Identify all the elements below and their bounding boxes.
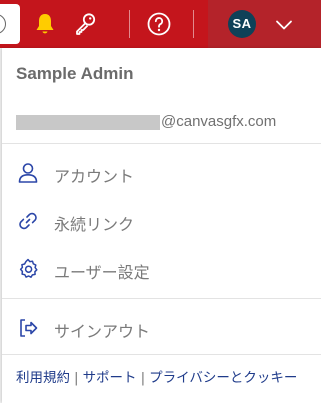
link-icon [19, 212, 37, 230]
divider [2, 143, 321, 144]
menu-item-account[interactable]: アカウント [2, 153, 321, 193]
menu-item-user-settings[interactable]: ユーザー設定 [2, 249, 321, 289]
toolbar-separator [193, 10, 194, 38]
email-redaction [16, 115, 160, 130]
menu-item-permalink[interactable]: 永続リンク [2, 201, 321, 241]
user-icon [18, 163, 38, 183]
collapse-button[interactable] [0, 4, 20, 44]
toolbar-separator [129, 10, 130, 38]
sign-out-icon [20, 319, 38, 337]
top-bar: SA [0, 0, 321, 48]
menu-item-sign-out[interactable]: サインアウト [2, 308, 321, 348]
menu-item-label: ユーザー設定 [54, 263, 150, 282]
help-icon[interactable] [143, 8, 175, 40]
user-name: Sample Admin [16, 64, 134, 83]
divider [2, 354, 321, 355]
chevron-left-icon [0, 14, 6, 34]
support-link[interactable]: サポート [83, 370, 137, 386]
privacy-link[interactable]: プライバシーとクッキー [149, 370, 297, 386]
footer-separator: | [140, 370, 146, 386]
avatar: SA [228, 10, 256, 38]
footer-separator: | [74, 370, 79, 386]
footer-links: 利用規約 | サポート | プライバシーとクッキー [16, 366, 297, 386]
divider [2, 298, 321, 299]
terms-link[interactable]: 利用規約 [16, 370, 70, 386]
profile-dropdown: Sample Admin @canvasgfx.com アカウント 永続リンク … [2, 48, 321, 403]
profile-menu-button[interactable]: SA [208, 0, 321, 48]
key-icon[interactable] [69, 8, 101, 40]
gear-icon [19, 258, 38, 278]
email-domain: @canvasgfx.com [161, 113, 277, 130]
chevron-down-icon [276, 20, 292, 30]
menu-item-label: アカウント [54, 167, 135, 186]
menu-item-label: 永続リンク [54, 215, 135, 234]
menu-item-label: サインアウト [54, 322, 151, 341]
bell-icon[interactable] [29, 8, 61, 40]
